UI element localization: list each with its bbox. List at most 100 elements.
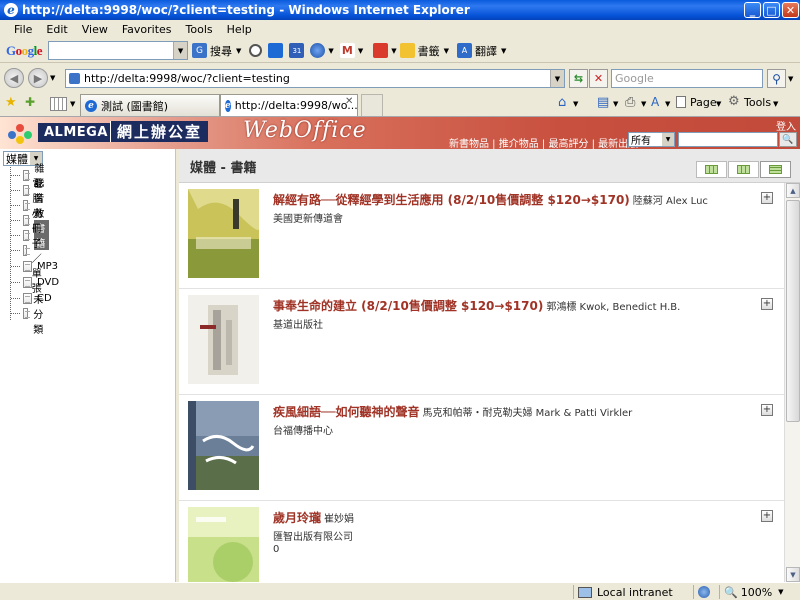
translate-icon[interactable]: A xyxy=(456,43,472,58)
new-tab-button[interactable] xyxy=(361,94,383,116)
print-icon[interactable]: ⎙ xyxy=(625,95,635,110)
text-size-icon[interactable]: A xyxy=(651,95,659,109)
book-title-text[interactable]: 歲月玲瓏 xyxy=(273,511,321,525)
header-search-button[interactable]: 🔍 xyxy=(779,132,797,147)
book-cover-image[interactable] xyxy=(188,401,259,490)
chevron-down-icon[interactable]: ▼ xyxy=(665,100,670,108)
tab-library[interactable]: e 測試 (圖書館) xyxy=(80,94,220,116)
content-scrollbar[interactable]: ▲ ▼ xyxy=(784,183,800,582)
calendar-icon[interactable]: 31 xyxy=(289,43,305,58)
chevron-down-icon[interactable]: ▼ xyxy=(50,74,55,82)
close-tab-icon[interactable]: ✕ xyxy=(345,96,353,107)
chevron-down-icon[interactable]: ▼ xyxy=(641,100,646,108)
chevron-down-icon[interactable]: ▼ xyxy=(778,588,783,596)
chevron-down-icon[interactable]: ▼ xyxy=(70,100,75,108)
translate-button[interactable]: 翻譯 xyxy=(475,43,497,59)
chevron-down-icon[interactable]: ▼ xyxy=(550,70,564,87)
table-view-button[interactable] xyxy=(728,161,759,178)
chevron-down-icon[interactable]: ▼ xyxy=(173,42,188,59)
menu-edit[interactable]: Edit xyxy=(46,23,67,36)
tab-label: http://delta:9998/wo... xyxy=(234,99,358,112)
chevron-down-icon[interactable]: ▼ xyxy=(788,75,793,83)
chevron-down-icon[interactable]: ▼ xyxy=(716,100,721,108)
chevron-down-icon[interactable]: ▼ xyxy=(236,47,241,55)
chevron-down-icon[interactable]: ▼ xyxy=(501,47,506,55)
search-icon: 🔍 xyxy=(782,134,794,145)
quick-tabs-icon[interactable] xyxy=(50,97,67,111)
close-button[interactable]: ✕ xyxy=(782,2,799,18)
grid-view-button[interactable] xyxy=(696,161,727,178)
bookmarks-button[interactable]: 書籤 xyxy=(418,43,440,59)
protected-mode[interactable] xyxy=(693,585,719,599)
book-title[interactable]: 疾風細語──如何聽神的聲音 馬克和帕蒂・耐克勒夫婦 Mark & Patti Vi… xyxy=(273,403,632,420)
menu-file[interactable]: File xyxy=(14,23,32,36)
book-title[interactable]: 解經有路──從釋經學到生活應用 (8/2/10售價調整 $120→$170) 陸蘇… xyxy=(273,191,708,208)
chevron-down-icon[interactable]: ▼ xyxy=(613,100,618,108)
book-title[interactable]: 歲月玲瓏 崔妙娟 xyxy=(273,509,354,526)
scroll-up-icon[interactable]: ▲ xyxy=(786,183,800,198)
back-button[interactable]: ◀ xyxy=(4,68,24,88)
google-search-button[interactable]: 搜尋 xyxy=(210,43,232,59)
chevron-down-icon[interactable]: ▼ xyxy=(328,47,333,55)
forward-button[interactable]: ▶ xyxy=(28,68,48,88)
header-search-input[interactable] xyxy=(678,132,778,147)
sidebar-item-uncategorized[interactable]: 未分類 xyxy=(11,295,47,336)
address-input[interactable]: http://delta:9998/woc/?client=testing ▼ xyxy=(65,69,565,88)
book-cover-image[interactable] xyxy=(188,295,259,384)
sidebar-item-mp3[interactable]: MP3 xyxy=(10,259,58,273)
sidebar-item-booklets[interactable]: 小冊子／單張 xyxy=(11,209,47,295)
chevron-down-icon[interactable]: ▼ xyxy=(444,47,449,55)
chevron-down-icon[interactable]: ▼ xyxy=(391,47,396,55)
security-zone: Local intranet xyxy=(573,585,693,599)
list-view-button[interactable] xyxy=(760,161,791,178)
add-item-button[interactable]: + xyxy=(761,404,773,416)
add-item-button[interactable]: + xyxy=(761,298,773,310)
bookmark-star-icon[interactable] xyxy=(399,43,415,58)
menu-tools[interactable]: Tools xyxy=(186,23,213,36)
add-item-button[interactable]: + xyxy=(761,192,773,204)
menu-bar: File Edit View Favorites Tools Help xyxy=(0,20,800,39)
tab-label: 測試 (圖書館) xyxy=(101,99,169,113)
book-title[interactable]: 事奉生命的建立 (8/2/10售價調整 $120→$170) 郭鴻標 Kwok, … xyxy=(273,297,680,314)
chevron-down-icon[interactable]: ▼ xyxy=(662,133,674,146)
menu-help[interactable]: Help xyxy=(227,23,252,36)
book-title-text[interactable]: 疾風細語──如何聽神的聲音 xyxy=(273,405,419,419)
scroll-down-icon[interactable]: ▼ xyxy=(786,567,800,582)
menu-view[interactable]: View xyxy=(82,23,108,36)
menu-favorites[interactable]: Favorites xyxy=(122,23,172,36)
stop-icon[interactable]: ✕ xyxy=(589,69,608,88)
header-links[interactable]: 新書物品 | 推介物品 | 最高評分 | 最新出版 xyxy=(449,135,638,149)
chevron-down-icon[interactable]: ▼ xyxy=(573,100,578,108)
search-icon[interactable]: ⚲ xyxy=(767,69,786,88)
maximize-button[interactable]: □ xyxy=(763,2,780,18)
add-item-button[interactable]: + xyxy=(761,510,773,522)
scrollbar-thumb[interactable] xyxy=(786,200,800,422)
page-menu-button[interactable]: Page xyxy=(690,96,717,109)
tab-current[interactable]: e http://delta:9998/wo... xyxy=(220,94,358,116)
chevron-down-icon[interactable]: ▼ xyxy=(773,100,778,108)
book-title-text[interactable]: 解經有路──從釋經學到生活應用 (8/2/10售價調整 $120→$170) xyxy=(273,193,630,207)
feeds-icon[interactable]: ▤ xyxy=(597,95,609,110)
pagerank-icon[interactable] xyxy=(249,44,263,57)
minimize-button[interactable]: _ xyxy=(744,2,761,18)
zoom-control[interactable]: 🔍 100% ▼ xyxy=(719,585,800,599)
book-icon[interactable] xyxy=(268,43,284,58)
header-filter-select[interactable]: 所有 ▼ xyxy=(628,132,675,147)
google-search-icon[interactable]: G xyxy=(192,43,208,58)
sidebar-item-dvd[interactable]: DVD xyxy=(10,275,59,289)
chevron-down-icon[interactable]: ▼ xyxy=(358,47,363,55)
gmail-icon[interactable]: M xyxy=(339,43,355,58)
login-link[interactable]: 登入 xyxy=(776,118,796,133)
book-title-text[interactable]: 事奉生命的建立 (8/2/10售價調整 $120→$170) xyxy=(273,299,543,313)
book-cover-image[interactable] xyxy=(188,189,259,278)
highlight-icon[interactable] xyxy=(373,43,389,58)
home-icon[interactable]: ⌂ xyxy=(558,95,566,110)
refresh-icon[interactable]: ⇆ xyxy=(569,69,588,88)
google-toolbar-search-input[interactable]: ▼ xyxy=(48,41,189,60)
add-favorites-icon[interactable]: ✚ xyxy=(25,95,35,109)
favorites-star-icon[interactable]: ★ xyxy=(5,95,17,110)
google-logo: Google xyxy=(6,42,43,58)
live-search-input[interactable]: Google xyxy=(611,69,763,88)
tools-menu-button[interactable]: Tools xyxy=(744,96,771,109)
globe-icon[interactable] xyxy=(310,43,326,58)
